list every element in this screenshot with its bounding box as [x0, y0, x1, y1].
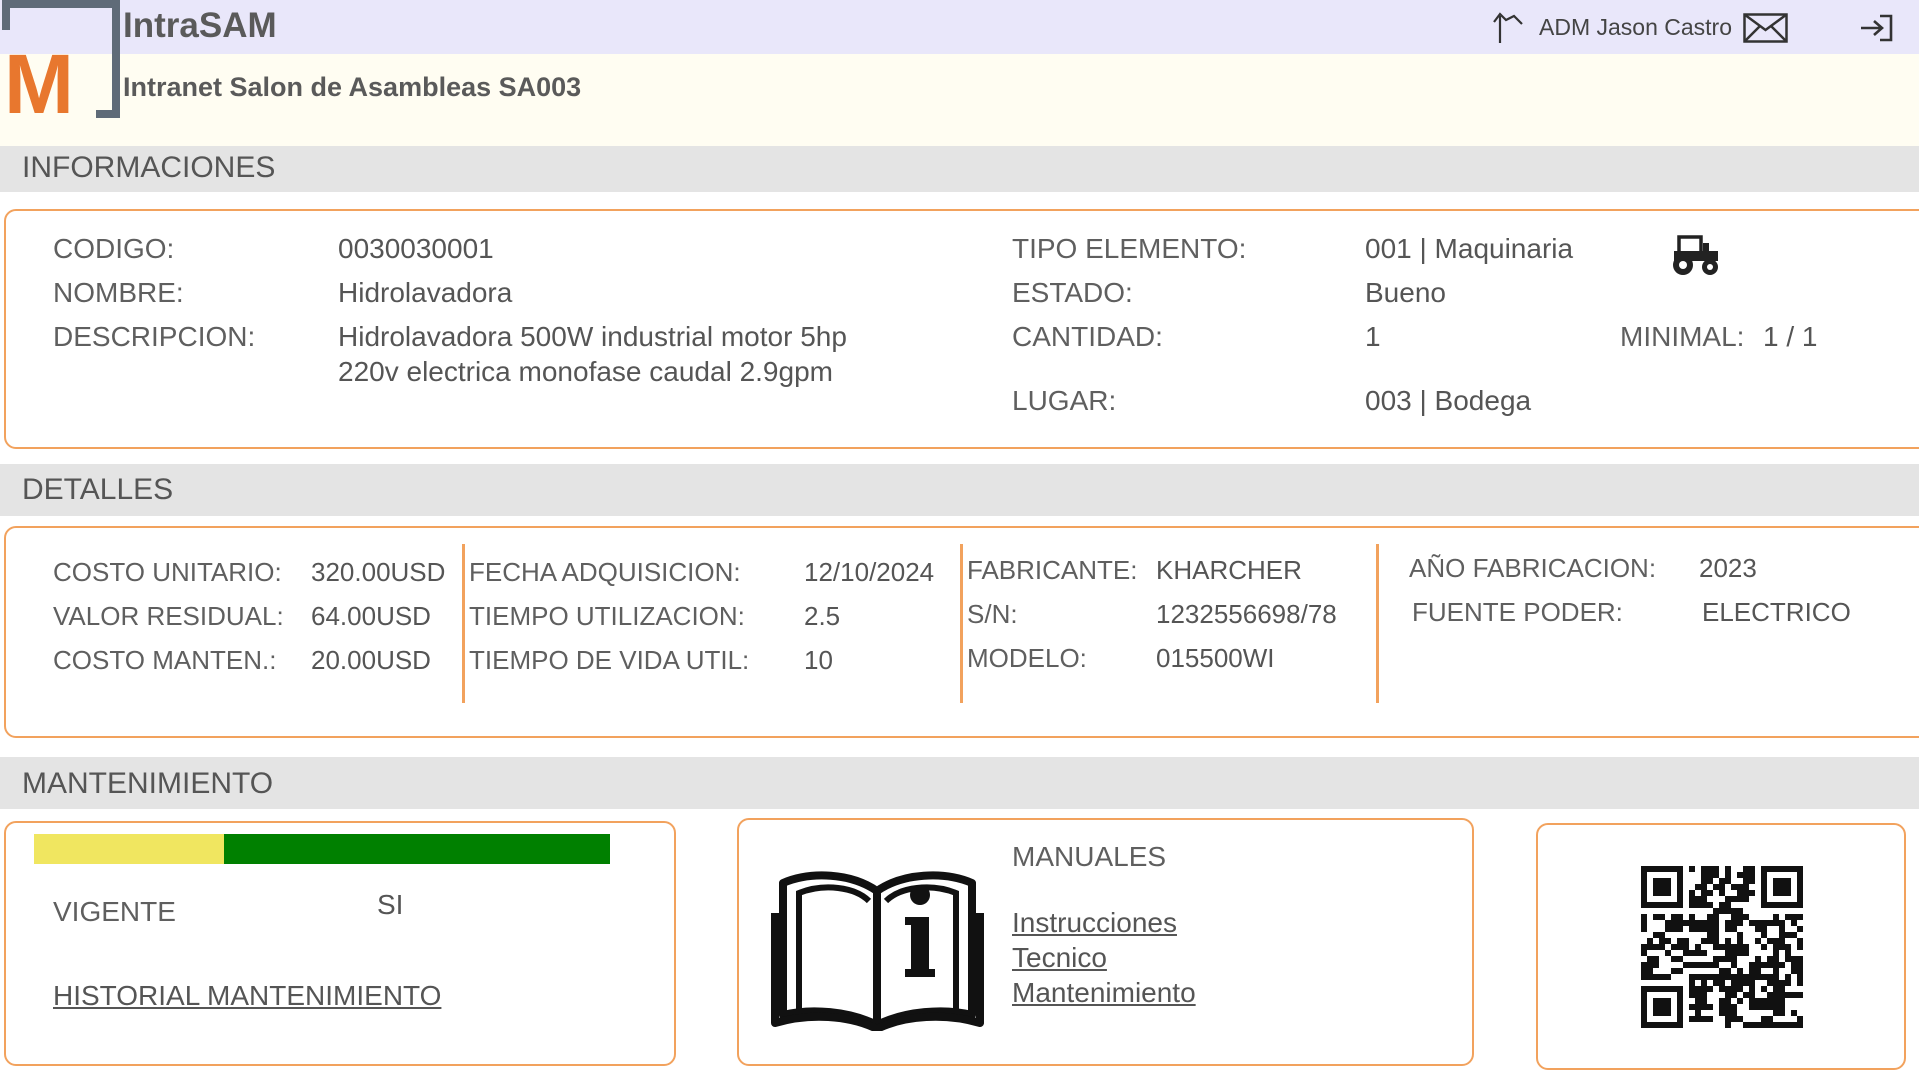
anio-fabricacion-label: AÑO FABRICACION: [1409, 553, 1657, 583]
fabricante-label: FABRICANTE: [967, 555, 1138, 585]
column-divider [462, 544, 465, 703]
valor-residual-label: VALOR RESIDUAL: [53, 601, 284, 631]
section-header-detalles: DETALLES [0, 464, 1919, 516]
svg-text:M: M [4, 37, 74, 118]
logout-icon[interactable] [1858, 13, 1894, 43]
tipo-elemento-label: TIPO ELEMENTO: [1012, 233, 1247, 264]
valor-residual-value: 64.00USD [311, 601, 431, 631]
column-divider [1376, 544, 1379, 703]
descripcion-line2: 220v electrica monofase caudal 2.9gpm [338, 356, 833, 387]
mail-icon[interactable] [1743, 13, 1788, 43]
manual-link-tecnico[interactable]: Tecnico [1012, 942, 1107, 974]
modelo-value: 015500WI [1156, 643, 1275, 673]
vigente-value: SI [377, 889, 404, 920]
nombre-value: Hidrolavadora [338, 277, 513, 308]
estado-label: ESTADO: [1012, 277, 1133, 308]
vigente-label: VIGENTE [53, 896, 176, 927]
column-divider [960, 544, 963, 703]
costo-manten-value: 20.00USD [311, 645, 431, 675]
qr-code-icon[interactable] [1641, 866, 1803, 1028]
costo-manten-label: COSTO MANTEN.: [53, 645, 277, 675]
app-logo: M [2, 0, 120, 118]
app-subtitle: Intranet Salon de Asambleas SA003 [123, 72, 582, 102]
sn-value: 1232556698/78 [1156, 599, 1337, 629]
fuente-poder-value: ELECTRICO [1702, 597, 1851, 627]
maintenance-progress-remaining [224, 834, 610, 864]
manuales-title: MANUALES [1012, 841, 1167, 872]
user-name[interactable]: ADM Jason Castro [1539, 14, 1732, 41]
cantidad-label: CANTIDAD: [1012, 321, 1163, 352]
section-header-informaciones: INFORMACIONES [0, 146, 1919, 192]
codigo-label: CODIGO: [53, 233, 175, 264]
historial-mantenimiento-link[interactable]: HISTORIAL MANTENIMIENTO [53, 980, 441, 1012]
estado-value: Bueno [1365, 277, 1446, 308]
tipo-elemento-value: 001 | Maquinaria [1365, 233, 1574, 264]
maintenance-progress-elapsed [34, 834, 224, 864]
fuente-poder-label: FUENTE PODER: [1412, 597, 1623, 627]
minimal-label: MINIMAL: [1620, 321, 1745, 352]
modelo-label: MODELO: [967, 643, 1087, 673]
tractor-icon [1673, 235, 1718, 275]
lugar-label: LUGAR: [1012, 385, 1117, 416]
fecha-adquisicion-label: FECHA ADQUISICION: [469, 557, 741, 587]
descripcion-line1: Hidrolavadora 500W industrial motor 5hp [338, 321, 847, 352]
sn-label: S/N: [967, 599, 1018, 629]
lugar-value: 003 | Bodega [1365, 385, 1532, 416]
fabricante-value: KHARCHER [1156, 555, 1302, 585]
section-title: INFORMACIONES [22, 151, 276, 184]
tiempo-utilizacion-value: 2.5 [804, 601, 841, 631]
vida-util-label: TIEMPO DE VIDA UTIL: [469, 645, 750, 675]
fecha-adquisicion-value: 12/10/2024 [804, 557, 935, 587]
descripcion-label: DESCRIPCION: [53, 321, 256, 352]
app-title: IntraSAM [123, 6, 277, 45]
section-header-mantenimiento: MANTENIMIENTO [0, 757, 1919, 809]
section-title: MANTENIMIENTO [22, 767, 274, 800]
nombre-label: NOMBRE: [53, 277, 184, 308]
costo-unitario-label: COSTO UNITARIO: [53, 557, 282, 587]
codigo-value: 0030030001 [338, 233, 494, 264]
vida-util-value: 10 [804, 645, 833, 675]
manual-link-instrucciones[interactable]: Instrucciones [1012, 907, 1177, 939]
home-arrow-icon[interactable] [1492, 10, 1524, 44]
tiempo-utilizacion-label: TIEMPO UTILIZACION: [469, 601, 745, 631]
manual-info-icon[interactable] [769, 853, 986, 1031]
anio-fabricacion-value: 2023 [1699, 553, 1757, 583]
minimal-value: 1 / 1 [1763, 321, 1818, 352]
manual-link-mantenimiento[interactable]: Mantenimiento [1012, 977, 1196, 1009]
costo-unitario-value: 320.00USD [311, 557, 446, 587]
cantidad-value: 1 [1365, 321, 1381, 352]
section-title: DETALLES [22, 473, 174, 506]
